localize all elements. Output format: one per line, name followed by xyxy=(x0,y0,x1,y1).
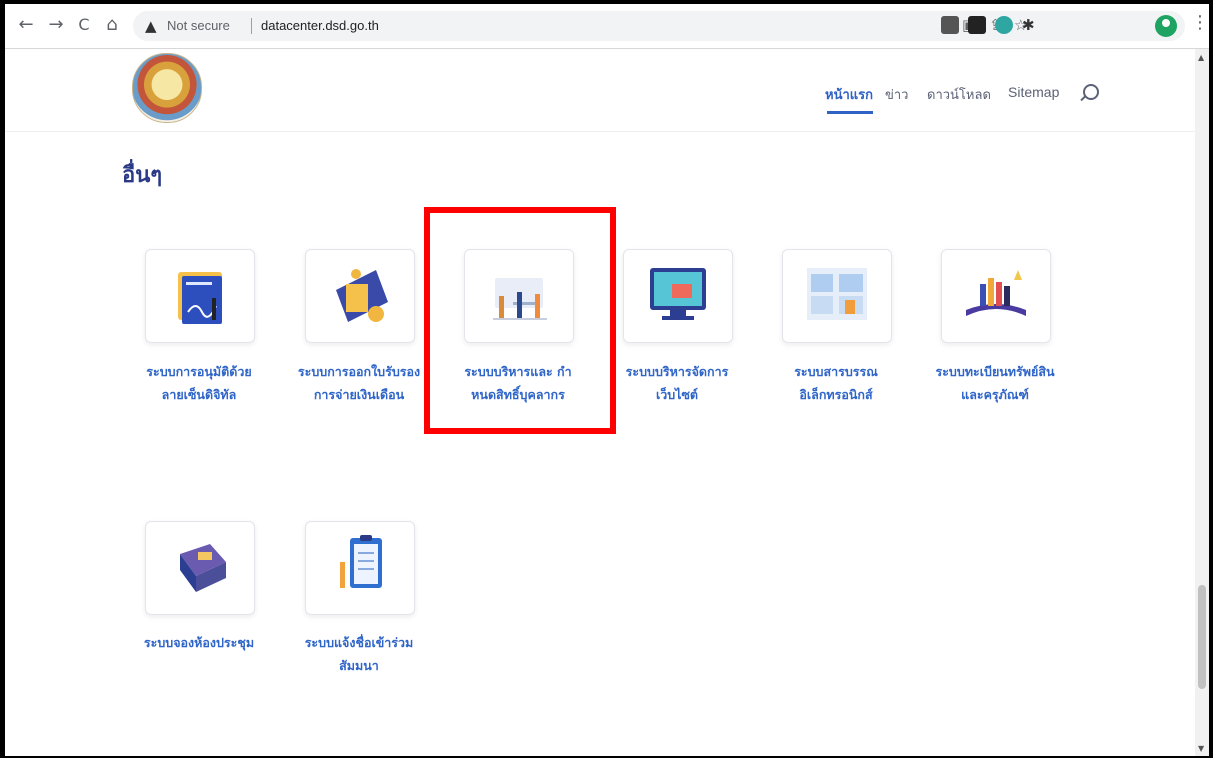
meeting-room-icon xyxy=(180,544,226,592)
card-label-line1[interactable]: ระบบสารบรรณ xyxy=(756,360,916,383)
extension-globe-icon[interactable] xyxy=(995,16,1013,34)
signature-document-icon xyxy=(178,272,222,324)
card-label-line2[interactable]: การจ่ายเงินเดือน xyxy=(279,383,439,406)
profile-avatar[interactable] xyxy=(1155,15,1177,37)
card-label-line1[interactable]: ระบบจองห้องประชุม xyxy=(119,631,279,654)
card-label-line2[interactable]: และครุภัณฑ์ xyxy=(915,383,1075,406)
browser-menu-button[interactable]: ⋮ xyxy=(1191,12,1209,33)
open-book-icon xyxy=(966,270,1026,316)
nav-download[interactable]: ดาวน์โหลด xyxy=(927,84,991,105)
card-label-line1[interactable]: ระบบแจ้งชื่อเข้าร่วม xyxy=(279,631,439,654)
highlight-box xyxy=(424,207,616,434)
department-logo[interactable] xyxy=(132,53,202,123)
active-nav-underline xyxy=(827,111,873,114)
back-button[interactable]: ← xyxy=(13,12,39,38)
home-button[interactable]: ⌂ xyxy=(99,12,125,38)
clipboard-icon xyxy=(340,535,382,588)
forward-button[interactable]: → xyxy=(43,12,69,38)
card-label-line1[interactable]: ระบบบริหารจัดการ xyxy=(597,360,757,383)
card-e-document[interactable] xyxy=(782,249,892,343)
nav-news[interactable]: ข่าว xyxy=(885,84,909,105)
card-label-line2[interactable]: อิเล็กทรอนิกส์ xyxy=(756,383,916,406)
card-label-line1[interactable]: ระบบการอนุมัติด้วย xyxy=(119,360,279,383)
security-label[interactable]: Not secure xyxy=(167,18,230,33)
card-digital-signature[interactable] xyxy=(145,249,255,343)
scrollbar-thumb[interactable] xyxy=(1198,585,1206,689)
card-label-line1[interactable]: ระบบทะเบียนทรัพย์สิน xyxy=(915,360,1075,383)
card-asset-registry[interactable] xyxy=(941,249,1051,343)
card-label-line1[interactable]: ระบบการออกใบรับรอง xyxy=(279,360,439,383)
scroll-up-arrow-icon[interactable]: ▲ xyxy=(1198,53,1204,62)
site-header: หน้าแรก ข่าว ดาวน์โหลด Sitemap xyxy=(5,49,1195,132)
browser-toolbar: ← → C ⌂ ▲ Not secure datacenter.dsd.go.t… xyxy=(5,4,1209,49)
nav-sitemap[interactable]: Sitemap xyxy=(1008,84,1059,100)
salary-document-icon xyxy=(336,269,388,322)
nav-home[interactable]: หน้าแรก xyxy=(825,84,873,105)
card-website-management[interactable] xyxy=(623,249,733,343)
warning-icon[interactable]: ▲ xyxy=(145,17,157,35)
url-text[interactable]: datacenter.dsd.go.th xyxy=(261,18,379,33)
browser-window: ← → C ⌂ ▲ Not secure datacenter.dsd.go.t… xyxy=(5,4,1209,756)
search-icon[interactable] xyxy=(1083,84,1099,100)
extension-f-icon[interactable] xyxy=(968,16,986,34)
card-label-line2[interactable]: ลายเซ็นดิจิทัล xyxy=(119,383,279,406)
section-title: อื่นๆ xyxy=(122,163,163,188)
extension-b-icon[interactable] xyxy=(941,16,959,34)
web-page: หน้าแรก ข่าว ดาวน์โหลด Sitemap อื่นๆ ระบ… xyxy=(5,49,1195,756)
card-salary-certificate[interactable] xyxy=(305,249,415,343)
reload-button[interactable]: C xyxy=(71,12,97,38)
document-shelves-icon xyxy=(807,268,867,320)
scroll-down-arrow-icon[interactable]: ▼ xyxy=(1198,744,1204,753)
card-label-line2[interactable]: สัมมนา xyxy=(279,654,439,677)
address-separator xyxy=(251,18,252,34)
card-label-line2[interactable]: เว็บไซต์ xyxy=(597,383,757,406)
extensions-puzzle-icon[interactable]: ✱ xyxy=(1022,16,1035,34)
web-monitor-icon xyxy=(650,268,706,320)
card-seminar-registration[interactable] xyxy=(305,521,415,615)
card-meeting-room-booking[interactable] xyxy=(145,521,255,615)
